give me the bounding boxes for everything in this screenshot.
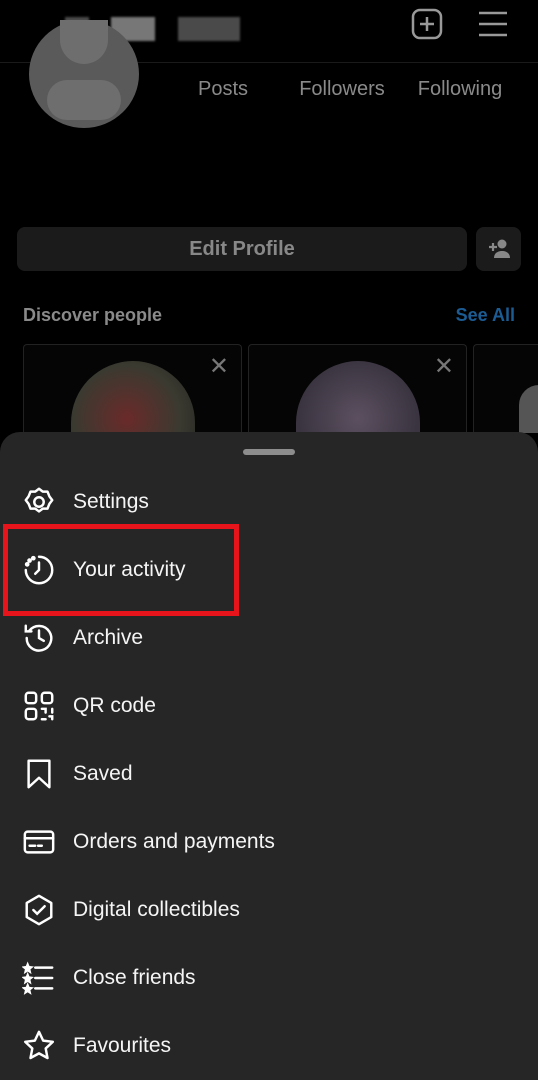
person-add-icon[interactable] bbox=[476, 227, 521, 271]
menu-item-label: Settings bbox=[73, 490, 149, 513]
suggestion-avatar bbox=[71, 361, 195, 433]
plus-square-icon[interactable] bbox=[409, 6, 445, 42]
profile-avatar[interactable] bbox=[29, 20, 139, 128]
menu-item-settings[interactable]: Settings bbox=[0, 472, 538, 532]
stat-following[interactable]: Following bbox=[410, 78, 510, 101]
star-icon bbox=[21, 1028, 57, 1064]
drag-handle[interactable] bbox=[243, 449, 295, 455]
menu-item-saved[interactable]: Saved bbox=[0, 744, 538, 804]
suggestion-avatar bbox=[296, 361, 420, 433]
menu-item-digital-collectibles[interactable]: Digital collectibles bbox=[0, 880, 538, 940]
menu-item-close-friends[interactable]: Close friends bbox=[0, 948, 538, 1008]
gear-icon bbox=[21, 484, 57, 520]
bookmark-icon bbox=[21, 756, 57, 792]
menu-item-label: Saved bbox=[73, 762, 133, 785]
username-redacted bbox=[178, 17, 240, 41]
suggestion-card[interactable] bbox=[473, 344, 538, 433]
stat-followers[interactable]: Followers bbox=[292, 78, 392, 101]
menu-item-orders-and-payments[interactable]: Orders and payments bbox=[0, 812, 538, 872]
close-icon[interactable]: ✕ bbox=[434, 355, 454, 379]
qr-code-icon bbox=[21, 688, 57, 724]
star-list-icon bbox=[21, 960, 57, 996]
menu-item-label: Archive bbox=[73, 626, 144, 649]
edit-profile-button[interactable]: Edit Profile bbox=[17, 227, 467, 271]
menu-item-label: QR code bbox=[73, 694, 156, 717]
discover-people-title: Discover people bbox=[23, 305, 163, 325]
menu-item-qr-code[interactable]: QR code bbox=[0, 676, 538, 736]
menu-item-label: Close friends bbox=[73, 966, 196, 989]
suggestion-card[interactable]: ✕ bbox=[248, 344, 467, 433]
menu-item-label: Orders and payments bbox=[73, 830, 275, 853]
menu-item-label: Favourites bbox=[73, 1034, 172, 1057]
archive-history-icon bbox=[21, 620, 57, 656]
stat-posts[interactable]: Posts bbox=[185, 78, 261, 101]
menu-item-label: Digital collectibles bbox=[73, 898, 240, 921]
suggestion-avatar bbox=[519, 385, 538, 433]
highlight-box bbox=[3, 524, 239, 616]
shield-check-icon bbox=[21, 892, 57, 928]
card-icon bbox=[21, 824, 57, 860]
see-all-link[interactable]: See All bbox=[456, 305, 515, 326]
suggestion-card[interactable]: ✕ bbox=[23, 344, 242, 433]
close-icon[interactable]: ✕ bbox=[209, 355, 229, 379]
menu-item-archive[interactable]: Archive bbox=[0, 608, 538, 668]
hamburger-icon[interactable] bbox=[474, 6, 512, 42]
menu-item-favourites[interactable]: Favourites bbox=[0, 1016, 538, 1076]
